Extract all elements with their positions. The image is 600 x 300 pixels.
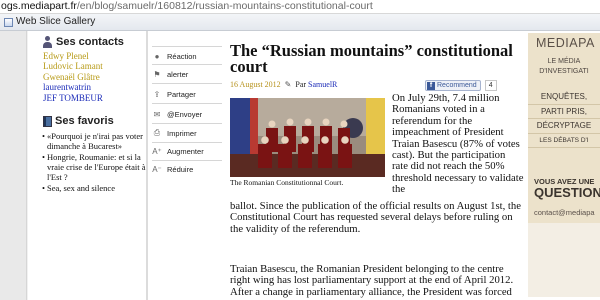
share-icon: ⇪ (153, 89, 161, 99)
promo-item: LES DÉBATS D'I (528, 134, 600, 148)
reaction-icon: ● (154, 51, 160, 61)
web-slice-gallery-link[interactable]: Web Slice Gallery (4, 14, 95, 30)
print-label: Imprimer (167, 128, 197, 138)
promo-item: ENQUÊTES, (528, 90, 600, 105)
bookmark-label: Web Slice Gallery (16, 16, 96, 27)
text-smaller-icon: A⁻ (152, 164, 162, 174)
promo-list: ENQUÊTES, PARTI PRIS, DÉCRYPTAGE LES DÉB… (528, 90, 600, 148)
favorite-link[interactable]: Sea, sex and silence (42, 183, 146, 193)
by-label: Par (295, 80, 307, 89)
facebook-recommend: f Recommend 4 (425, 80, 497, 91)
author-sidebar: Ses contacts Edwy Plenel Ludovic Lamant … (28, 31, 146, 300)
text-larger-icon: A⁺ (152, 146, 162, 156)
mail-icon: ✉ (153, 109, 161, 119)
contacts-list: Edwy Plenel Ludovic Lamant Gwenaël Glâtr… (43, 51, 146, 103)
promo-line-2: D'INVESTIGATI (539, 68, 589, 75)
reaction-label: Réaction (167, 51, 197, 61)
print-icon: ⎙ (153, 128, 161, 137)
divider (152, 46, 222, 47)
recommend-count: 4 (484, 80, 497, 91)
address-bar[interactable]: ogs.mediapart.fr/en/blog/samuelr/160812/… (0, 0, 600, 14)
article-title: The “Russian mountains” constitutional c… (230, 41, 513, 76)
favorites-list: «Pourquoi je n'irai pas voter dimanche à… (42, 131, 146, 193)
promo-background (528, 223, 600, 297)
promo-contact-email[interactable]: contact@mediapa (534, 208, 595, 217)
paragraph-2: Traian Basescu, the Romanian President b… (230, 263, 514, 298)
promo-item: PARTI PRIS, (528, 105, 600, 119)
alert-label: alerter (167, 69, 189, 79)
decrease-label: Réduire (167, 164, 194, 174)
print-button[interactable]: ⎙ Imprimer (152, 126, 197, 140)
web-slice-icon (4, 17, 13, 27)
article: The “Russian mountains” constitutional c… (226, 31, 526, 300)
alert-button[interactable]: ⚑ alerter (152, 67, 188, 81)
contact-link[interactable]: Ludovic Lamant (43, 61, 146, 71)
recommend-button[interactable]: f Recommend (425, 80, 481, 91)
divider (152, 123, 222, 124)
promo-question-title: QUESTION (534, 185, 600, 200)
promo-line-1: LE MÉDIA (547, 58, 581, 65)
pencil-icon: ✎ (284, 80, 292, 89)
book-icon (43, 115, 52, 127)
increase-text-button[interactable]: A⁺ Augmenter (152, 144, 204, 158)
author-link[interactable]: SamuelR (308, 80, 337, 89)
favorite-link[interactable]: Hongrie, Roumanie: et si la vraie crise … (42, 152, 146, 182)
send-label: @Envoyer (167, 109, 203, 119)
paragraph-1-continued: ballot. Since the publication of the off… (230, 200, 521, 235)
page: Ses contacts Edwy Plenel Ludovic Lamant … (0, 31, 600, 300)
divider (152, 142, 222, 143)
url-path: /en/blog/samuelr/160812/russian-mountain… (76, 0, 373, 12)
byline: 16 August 2012 ✎ Par SamuelR (230, 80, 337, 89)
contact-link[interactable]: Gwenaël Glâtre (43, 72, 146, 82)
send-button[interactable]: ✉ @Envoyer (152, 107, 203, 121)
favorites-title: Ses favoris (55, 115, 114, 128)
promo-item: DÉCRYPTAGE (528, 119, 600, 134)
divider (152, 83, 222, 84)
divider (152, 103, 222, 104)
mediapart-promo[interactable]: MEDIAPA LE MÉDIA D'INVESTIGATI ENQUÊTES,… (528, 33, 600, 297)
favorites-bar: Web Slice Gallery (0, 14, 600, 31)
court-photo-illustration (230, 98, 385, 177)
favorite-link[interactable]: «Pourquoi je n'irai pas voter dimanche à… (42, 131, 146, 151)
alert-icon: ⚑ (153, 69, 161, 79)
divider (152, 160, 222, 161)
decrease-text-button[interactable]: A⁻ Réduire (152, 162, 193, 176)
person-icon (43, 36, 53, 48)
paragraph-1-side: On July 29th, 7.4 million Romanians vote… (392, 92, 524, 196)
favorites-heading: Ses favoris (43, 115, 146, 127)
reaction-button[interactable]: ● Réaction (152, 49, 197, 63)
contact-link[interactable]: laurentwatrin (43, 82, 146, 92)
contact-link[interactable]: JEF TOMBEUR (43, 93, 146, 103)
article-actions: ● Réaction ⚑ alerter ⇪ Partager ✉ @Envoy… (148, 31, 226, 300)
photo-caption: The Romanian Constitutionnal Court. (230, 178, 344, 187)
facebook-icon: f (427, 81, 435, 90)
article-date: 16 August 2012 (230, 80, 281, 89)
court-photo (230, 98, 385, 177)
increase-label: Augmenter (167, 146, 204, 156)
right-ad-column: MEDIAPA LE MÉDIA D'INVESTIGATI ENQUÊTES,… (526, 31, 600, 300)
recommend-label: Recommend (437, 82, 477, 89)
contacts-heading: Ses contacts (43, 36, 146, 48)
contact-link[interactable]: Edwy Plenel (43, 51, 146, 61)
url-domain: ogs.mediapart.fr (1, 0, 77, 12)
divider (152, 64, 222, 65)
promo-brand: MEDIAPA (536, 36, 595, 50)
left-gutter (0, 31, 27, 300)
contacts-title: Ses contacts (56, 36, 124, 48)
share-label: Partager (167, 89, 196, 99)
share-button[interactable]: ⇪ Partager (152, 87, 196, 101)
